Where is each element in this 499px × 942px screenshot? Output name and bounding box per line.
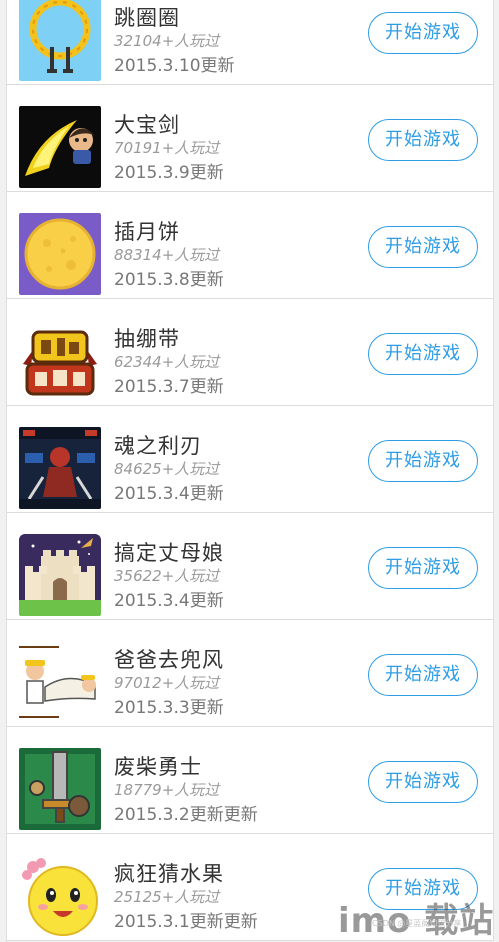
game-update-date: 2015.3.2更新更新 [114, 805, 258, 825]
game-title: 大宝剑 [114, 113, 180, 137]
game-play-count: 88314+人玩过 [114, 246, 220, 264]
game-title: 抽绷带 [114, 327, 180, 351]
game-play-count: 35622+人玩过 [114, 567, 220, 585]
game-title: 爸爸去兜风 [114, 648, 224, 672]
game-list-item[interactable]: 搞定丈母娘 35622+人玩过 2015.3.4更新 开始游戏 [7, 513, 493, 620]
start-game-button[interactable]: 开始游戏 [368, 119, 478, 161]
game-play-count: 62344+人玩过 [114, 353, 220, 371]
start-game-button[interactable]: 开始游戏 [368, 333, 478, 375]
game-play-count: 84625+人玩过 [114, 460, 220, 478]
soul-blade-game-icon[interactable] [19, 427, 101, 509]
ring-jump-game-icon[interactable] [19, 0, 101, 81]
game-play-count: 70191+人玩过 [114, 139, 220, 157]
game-title: 废柴勇士 [114, 755, 202, 779]
flaming-sword-game-icon[interactable] [19, 106, 101, 188]
game-update-date: 2015.3.1更新更新 [114, 912, 258, 932]
start-game-button[interactable]: 开始游戏 [368, 761, 478, 803]
game-title: 搞定丈母娘 [114, 541, 224, 565]
game-list-item[interactable]: 跳圈圈 32104+人玩过 2015.3.10更新 开始游戏 [7, 0, 493, 85]
game-update-date: 2015.3.7更新 [114, 377, 224, 397]
game-update-date: 2015.3.4更新 [114, 591, 224, 611]
game-update-date: 2015.3.10更新 [114, 56, 235, 76]
mooncake-game-icon[interactable] [19, 213, 101, 295]
start-game-button[interactable]: 开始游戏 [368, 226, 478, 268]
smiley-fruit-game-icon[interactable] [19, 855, 101, 937]
start-game-button[interactable]: 开始游戏 [368, 440, 478, 482]
game-list-item[interactable]: 大宝剑 70191+人玩过 2015.3.9更新 开始游戏 [7, 85, 493, 192]
game-title: 魂之利刃 [114, 434, 202, 458]
game-update-date: 2015.3.4更新 [114, 484, 224, 504]
game-title: 插月饼 [114, 220, 180, 244]
game-play-count: 25125+人玩过 [114, 888, 220, 906]
monster-fight-logo-icon[interactable] [19, 320, 101, 402]
game-list-item[interactable]: 抽绷带 62344+人玩过 2015.3.7更新 开始游戏 [7, 299, 493, 406]
game-play-count: 97012+人玩过 [114, 674, 220, 692]
game-update-date: 2015.3.3更新 [114, 698, 224, 718]
game-play-count: 18779+人玩过 [114, 781, 220, 799]
game-update-date: 2015.3.9更新 [114, 163, 224, 183]
game-play-count: 32104+人玩过 [114, 32, 220, 50]
game-title: 跳圈圈 [114, 6, 180, 30]
game-list-item[interactable]: 爸爸去兜风 97012+人玩过 2015.3.3更新 开始游戏 [7, 620, 493, 727]
castle-game-icon[interactable] [19, 534, 101, 616]
game-list-item[interactable]: 废柴勇士 18779+人玩过 2015.3.2更新更新 开始游戏 [7, 727, 493, 834]
game-title: 疯狂猜水果 [114, 862, 224, 886]
game-list-item[interactable]: 插月饼 88314+人玩过 2015.3.8更新 开始游戏 [7, 192, 493, 299]
knight-sword-game-icon[interactable] [19, 748, 101, 830]
game-list: 跳圈圈 32104+人玩过 2015.3.10更新 开始游戏 大宝剑 70191… [6, 0, 494, 941]
dad-ride-game-icon[interactable] [19, 641, 101, 723]
start-game-button[interactable]: 开始游戏 [368, 547, 478, 589]
start-game-button[interactable]: 开始游戏 [368, 654, 478, 696]
game-update-date: 2015.3.8更新 [114, 270, 224, 290]
start-game-button[interactable]: 开始游戏 [368, 12, 478, 54]
game-list-item[interactable]: 魂之利刃 84625+人玩过 2015.3.4更新 开始游戏 [7, 406, 493, 513]
csdn-watermark: CSDN @星蓝阁知识分享 [372, 919, 462, 928]
